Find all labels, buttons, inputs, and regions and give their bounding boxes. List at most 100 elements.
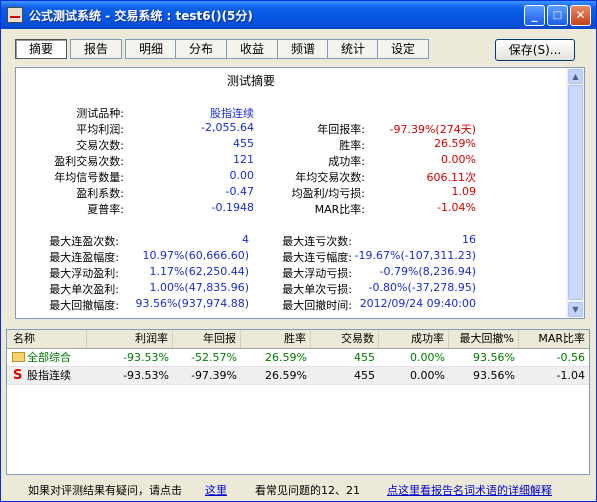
value-max-single-loss: -0.80%(-37,278.95) [368, 281, 476, 294]
label-sharpe: 夏普率: [87, 203, 124, 216]
value-max-drawdown-time: 2012/09/24 09:40:00 [359, 297, 476, 310]
col-profit-rate[interactable]: 利润率 [87, 330, 173, 348]
label-instrument: 测试品种: [76, 107, 124, 120]
col-win-rate[interactable]: 胜率 [241, 330, 311, 348]
label-max-floating-loss: 最大浮动亏损: [282, 267, 352, 280]
col-name[interactable]: 名称 [7, 330, 87, 348]
table-row[interactable]: 全部综合 -93.53% -52.57% 26.59% 455 0.00% 93… [7, 349, 589, 367]
value-mar-ratio: -1.04% [437, 201, 476, 214]
value-annual-trades: 606.11次 [426, 171, 477, 184]
title-bar[interactable]: 公式测试系统 - 交易系统 : test6()(5分) _ □ ✕ [1, 1, 596, 29]
tab-distribution[interactable]: 分布 [175, 39, 227, 59]
label-annual-return: 年回报率: [317, 123, 365, 136]
value-instrument: 股指连续 [210, 107, 254, 120]
col-max-drawdown[interactable]: 最大回撤% [449, 330, 519, 348]
save-button[interactable]: 保存(S)... [495, 39, 575, 61]
table-header: 名称 利润率 年回报 胜率 交易数 成功率 最大回撤% MAR比率 [7, 330, 589, 349]
app-icon [7, 7, 23, 23]
value-profit-factor: -0.47 [225, 185, 254, 198]
cell-win-rate: 26.59% [265, 351, 307, 364]
cell-mar-ratio: -0.56 [556, 351, 585, 364]
label-max-single-loss: 最大单次亏损: [282, 283, 352, 296]
label-max-consec-losses: 最大连亏次数: [282, 235, 352, 248]
tab-settings[interactable]: 设定 [377, 39, 429, 59]
value-annual-signals: 0.00 [229, 169, 255, 182]
label-mar-ratio: MAR比率: [314, 203, 365, 216]
test-system-window: 公式测试系统 - 交易系统 : test6()(5分) _ □ ✕ 摘要 报告 … [0, 0, 597, 502]
label-max-consec-wins: 最大连盈次数: [49, 235, 119, 248]
col-mar-ratio[interactable]: MAR比率 [519, 330, 589, 348]
value-trade-count: 455 [233, 137, 254, 150]
value-max-single-profit: 1.00%(47,835.96) [149, 281, 249, 294]
value-winning-trades: 121 [233, 153, 254, 166]
label-max-consec-loss-range: 最大连亏幅度: [282, 251, 352, 264]
results-table: 名称 利润率 年回报 胜率 交易数 成功率 最大回撤% MAR比率 全部综合 -… [6, 329, 590, 475]
cell-max-drawdown: 93.56% [473, 369, 515, 382]
value-win-rate: 26.59% [434, 137, 476, 150]
tab-statistics[interactable]: 统计 [327, 39, 379, 59]
cell-trades: 455 [354, 369, 375, 382]
tab-summary[interactable]: 摘要 [15, 39, 67, 59]
report-title: 测试摘要 [226, 74, 275, 88]
row-name: 全部综合 [27, 351, 71, 364]
label-win-rate: 胜率: [339, 139, 365, 152]
scroll-down-arrow-icon[interactable]: ▼ [568, 302, 583, 317]
cell-max-drawdown: 93.56% [473, 351, 515, 364]
label-max-single-profit: 最大单次盈利: [49, 283, 119, 296]
cell-success-rate: 0.00% [410, 351, 445, 364]
close-button[interactable]: ✕ [570, 5, 591, 26]
faq-text: 看常见问题的12、21 [255, 484, 360, 497]
value-max-floating-loss: -0.79%(8,236.94) [379, 265, 476, 278]
value-avg-profit: -2,055.64 [201, 121, 254, 134]
value-sharpe: -0.1948 [211, 201, 254, 214]
cell-annual-return: -97.39% [191, 369, 237, 382]
tab-report[interactable]: 报告 [70, 39, 122, 59]
label-annual-trades: 年均交易次数: [295, 171, 365, 184]
value-max-consec-wins: 4 [242, 233, 249, 246]
label-avg-profit: 平均利润: [76, 123, 124, 136]
value-success-rate: 0.00% [441, 153, 476, 166]
value-max-drawdown: 93.56%(937,974.88) [135, 297, 249, 310]
tab-details[interactable]: 明细 [125, 39, 177, 59]
summary-report-panel: 测试摘要 测试品种: 股指连续 平均利润: -2,055.64 交易次数: 45… [15, 67, 585, 319]
minimize-button[interactable]: _ [524, 5, 545, 26]
footer-bar: 如果对评测结果有疑问，请点击 这里 看常见问题的12、21 点这里看报告名词术语… [1, 477, 597, 501]
label-max-drawdown: 最大回撤幅度: [49, 299, 119, 312]
label-profit-factor: 盈利系数: [76, 187, 124, 200]
col-trades[interactable]: 交易数 [311, 330, 379, 348]
label-trade-count: 交易次数: [76, 139, 124, 152]
question-text: 如果对评测结果有疑问，请点击 [28, 484, 182, 497]
cell-win-rate: 26.59% [265, 369, 307, 382]
label-max-consec-win-range: 最大连盈幅度: [49, 251, 119, 264]
report-scrollbar[interactable]: ▲ ▼ [566, 68, 584, 318]
cell-profit-rate: -93.53% [123, 351, 169, 364]
value-max-consec-loss-range: -19.67%(-107,311.23) [354, 249, 476, 262]
col-annual-return[interactable]: 年回报 [173, 330, 241, 348]
label-avg-win-loss: 均盈利/均亏损: [291, 187, 365, 200]
window-title: 公式测试系统 - 交易系统 : test6()(5分) [29, 9, 253, 23]
value-max-floating-profit: 1.17%(62,250.44) [149, 265, 249, 278]
label-winning-trades: 盈利交易次数: [54, 155, 124, 168]
tab-returns[interactable]: 收益 [226, 39, 278, 59]
glossary-link[interactable]: 点这里看报告名词术语的详细解释 [387, 482, 552, 498]
col-success-rate[interactable]: 成功率 [379, 330, 449, 348]
tab-spectrum[interactable]: 频谱 [277, 39, 329, 59]
cell-trades: 455 [354, 351, 375, 364]
value-max-consec-win-range: 10.97%(60,666.60) [142, 249, 249, 262]
value-annual-return: -97.39%(274天) [389, 123, 477, 136]
cell-profit-rate: -93.53% [123, 369, 169, 382]
label-annual-signals: 年均信号数量: [54, 171, 124, 184]
scroll-thumb[interactable] [568, 85, 583, 300]
scroll-up-arrow-icon[interactable]: ▲ [568, 69, 583, 84]
label-max-drawdown-time: 最大回撤时间: [282, 299, 352, 312]
cell-success-rate: 0.00% [410, 369, 445, 382]
label-max-floating-profit: 最大浮动盈利: [49, 267, 119, 280]
value-avg-win-loss: 1.09 [451, 185, 477, 198]
cell-mar-ratio: -1.04 [556, 369, 585, 382]
cell-annual-return: -52.57% [191, 351, 237, 364]
value-max-consec-losses: 16 [462, 233, 476, 246]
label-success-rate: 成功率: [328, 155, 365, 168]
table-row[interactable]: S 股指连续 -93.53% -97.39% 26.59% 455 0.00% … [7, 367, 589, 385]
maximize-button[interactable]: □ [547, 5, 568, 26]
here-link[interactable]: 这里 [205, 482, 227, 498]
